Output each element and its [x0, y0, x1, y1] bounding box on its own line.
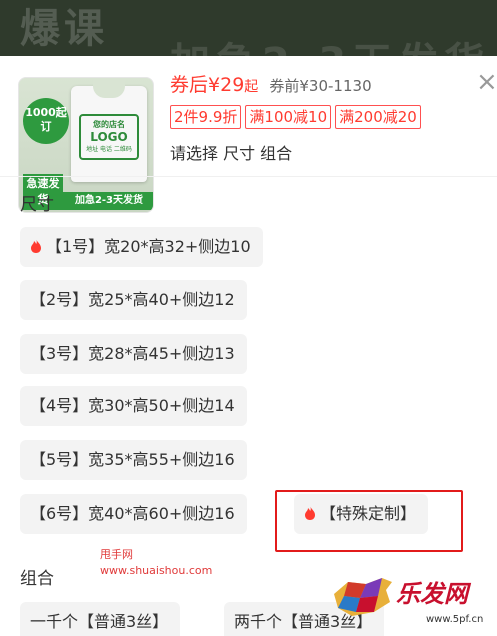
watermark-name: 甩手网: [100, 548, 133, 561]
banner-text: 加急2-3天发货: [170, 30, 490, 56]
highlight-box: [275, 490, 463, 552]
ship-strip: 加急2-3天发货: [63, 192, 153, 210]
size-option-5[interactable]: 【5号】宽35*高55+侧边16: [20, 440, 247, 480]
bag-logo: 您的店名 LOGO 地址 电话 二维码: [79, 114, 139, 160]
size-option-6[interactable]: 【6号】宽40*高60+侧边16: [20, 494, 247, 534]
combo-section-title: 组合: [20, 569, 54, 589]
size-option-4[interactable]: 【4号】宽30*高50+侧边14: [20, 386, 247, 426]
divider: [0, 176, 497, 177]
size-option-label: 【1号】宽20*高32+侧边10: [46, 237, 251, 256]
size-option-1[interactable]: 【1号】宽20*高32+侧边10: [20, 227, 263, 267]
promo-tag: 满100减10: [245, 105, 332, 129]
site-watermark: 乐发网 www.5pf.cn: [330, 568, 490, 636]
size-option-label: 【5号】宽35*高55+侧边16: [30, 450, 235, 469]
price-label: 券后: [170, 74, 209, 96]
site-logo-text: 乐发网: [396, 580, 468, 608]
bag-line: 您的店名: [93, 120, 125, 129]
price-before-coupon: 券前¥30-1130: [269, 77, 372, 95]
size-option-label: 【6号】宽40*高60+侧边16: [30, 504, 235, 523]
bag-line: LOGO: [90, 130, 128, 144]
site-url: www.5pf.cn: [426, 614, 484, 625]
bag-image: 您的店名 LOGO 地址 电话 二维码: [71, 80, 147, 182]
min-order-badge: 1000起订: [23, 98, 69, 144]
banner-text: 爆课: [20, 6, 108, 52]
size-option-2[interactable]: 【2号】宽25*高40+侧边12: [20, 280, 247, 320]
price-line: 券后¥29起 券前¥30-1130: [170, 70, 372, 97]
promo-tag: 满200减20: [335, 105, 421, 129]
close-button[interactable]: ×: [476, 69, 497, 95]
bag-line: 地址 电话 二维码: [86, 146, 132, 153]
size-section-title: 尺寸: [20, 195, 54, 215]
background-banner: 爆课 加急2-3天发货: [0, 0, 497, 56]
bull-icon: [334, 578, 392, 616]
size-option-label: 【3号】宽28*高45+侧边13: [30, 344, 235, 363]
sku-selector-sheet: 您的店名 LOGO 地址 电话 二维码 1000起订 急速发货 加急2-3天发货…: [0, 56, 497, 636]
combo-option-1[interactable]: 一千个【普通3丝】: [20, 602, 181, 636]
selection-hint: 请选择 尺寸 组合: [170, 144, 293, 163]
fire-icon: [31, 239, 41, 253]
price-suffix: 起: [244, 79, 259, 95]
size-option-3[interactable]: 【3号】宽28*高45+侧边13: [20, 334, 247, 374]
promo-tag: 2件9.9折: [170, 105, 242, 129]
price-currency: ¥: [208, 74, 221, 96]
size-option-label: 【4号】宽30*高50+侧边14: [30, 396, 235, 415]
watermark-url: www.shuaishou.com: [100, 564, 213, 577]
combo-option-label: 一千个【普通3丝】: [30, 612, 169, 631]
promo-tags: 2件9.9折 满100减10 满200减20: [170, 105, 421, 129]
size-option-label: 【2号】宽25*高40+侧边12: [30, 290, 235, 309]
price-value: 29: [220, 74, 245, 96]
